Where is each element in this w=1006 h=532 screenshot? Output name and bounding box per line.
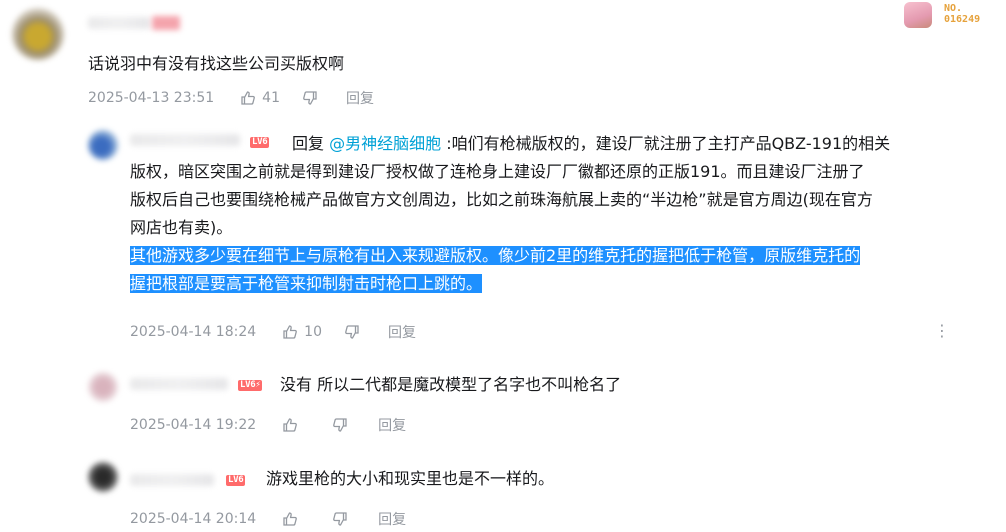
fan-badge-line2: 016249: [944, 14, 981, 25]
main-comment-text: 话说羽中有没有找这些公司买版权啊: [88, 54, 345, 73]
reply-prefix: 回复: [292, 134, 330, 153]
dislike-button[interactable]: [332, 417, 348, 433]
selected-text: 握把根部是要高于枪管来抑制射击时枪口上跳的。: [130, 274, 483, 293]
like-count: 41: [262, 90, 280, 106]
reply-button[interactable]: 回复: [378, 509, 406, 529]
fan-badge-number: NO. 016249: [944, 3, 980, 25]
reply-username[interactable]: [130, 378, 228, 390]
reply-button[interactable]: 回复: [388, 322, 416, 342]
fan-badge-line1: NO.: [944, 3, 963, 14]
more-menu-icon[interactable]: ⋮: [934, 321, 950, 340]
thumb-up-icon: [283, 418, 298, 432]
mention-link[interactable]: @男神经脑细胞: [329, 134, 441, 153]
selected-text: 其他游戏多少要在细节上与原枪有出入来规避版权。像少前2里的维克托的握把低于枪管，…: [130, 246, 861, 265]
thumb-up-icon: [241, 91, 256, 105]
reply-text-line: :咱们有枪械版权的，建设厂就注册了主打产品QBZ-191的相关: [441, 134, 891, 153]
thumb-down-icon: [303, 91, 317, 105]
main-avatar[interactable]: [12, 8, 64, 60]
like-count: 10: [304, 324, 322, 340]
reply-meta: 2025-04-14 20:14 回复: [130, 509, 406, 529]
dislike-button[interactable]: [332, 511, 348, 527]
reply-content: 游戏里枪的大小和现实里也是不一样的。: [266, 469, 555, 488]
reply-content: 没有 所以二代都是魔改模型了名字也不叫枪名了: [280, 375, 622, 394]
thumb-down-icon: [333, 512, 347, 526]
reply-text-line: 版权后自己也要围绕枪械产品做官方文创周边，比如之前珠海航展上卖的“半边枪”就是官…: [130, 190, 873, 209]
reply-text-line: 版权，暗区突围之前就是得到建设厂授权做了连枪身上建设厂厂徽都还原的正版191。而…: [130, 162, 865, 181]
reply-avatar[interactable]: [88, 462, 118, 492]
reply-content: 回复 @男神经脑细胞 :咱们有枪械版权的，建设厂就注册了主打产品QBZ-191的…: [130, 130, 1000, 298]
like-button[interactable]: [282, 417, 298, 433]
main-comment-meta: 2025-04-13 23:51 41 回复: [88, 88, 374, 108]
level-badge: LV6⚡: [238, 380, 263, 391]
thumb-up-icon: [283, 512, 298, 526]
dislike-button[interactable]: [302, 90, 318, 106]
reply-text-line: 握把根部是要高于枪管来抑制射击时枪口上跳的。: [130, 270, 1000, 298]
reply-text-line: 其他游戏多少要在细节上与原枪有出入来规避版权。像少前2里的维克托的握把低于枪管，…: [130, 242, 1000, 270]
thumb-down-icon: [345, 325, 359, 339]
reply-meta: 2025-04-14 18:24 10 回复: [130, 322, 416, 342]
comment-date: 2025-04-14 20:14: [130, 511, 257, 527]
reply-avatar[interactable]: [88, 130, 118, 160]
main-username[interactable]: [88, 16, 180, 30]
reply-button[interactable]: 回复: [346, 88, 374, 108]
reply-line: 回复 @男神经脑细胞 :咱们有枪械版权的，建设厂就注册了主打产品QBZ-191的…: [130, 130, 1000, 158]
fan-badge-avatar-icon: [904, 2, 932, 28]
level-badge: LV6: [226, 475, 246, 486]
like-button[interactable]: 41: [240, 90, 280, 106]
reply-avatar[interactable]: [88, 372, 118, 402]
reply-button[interactable]: 回复: [378, 415, 406, 435]
reply-text-line: 网店也有卖)。: [130, 218, 233, 237]
reply-username[interactable]: [130, 474, 214, 486]
comment-date: 2025-04-14 19:22: [130, 417, 257, 433]
comment-date: 2025-04-13 23:51: [88, 90, 215, 106]
comment-date: 2025-04-14 18:24: [130, 324, 257, 340]
like-button[interactable]: [282, 511, 298, 527]
like-button[interactable]: 10: [282, 324, 322, 340]
fan-badge: NO. 016249: [900, 0, 1000, 30]
thumb-up-icon: [283, 325, 298, 339]
dislike-button[interactable]: [344, 324, 360, 340]
reply-meta: 2025-04-14 19:22 回复: [130, 415, 406, 435]
thumb-down-icon: [333, 418, 347, 432]
